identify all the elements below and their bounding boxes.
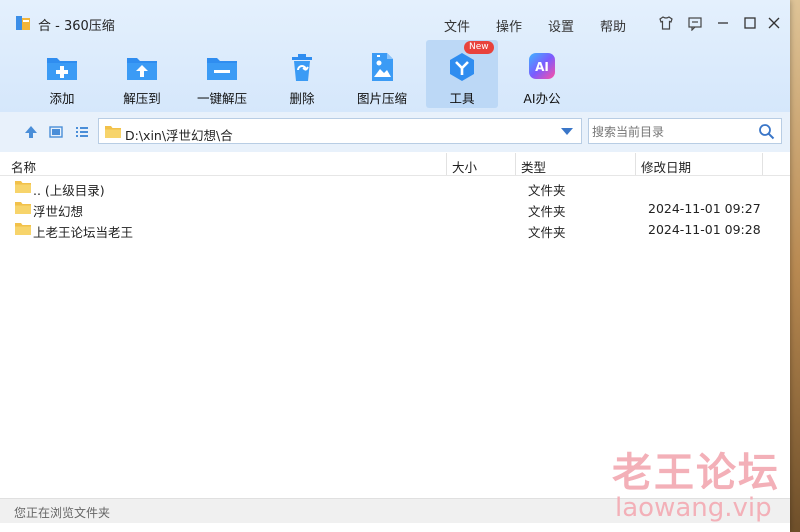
folder-icon — [105, 126, 121, 138]
column-divider[interactable] — [446, 153, 447, 175]
ai-office-label: AI办公 — [523, 91, 561, 106]
image-compress-label: 图片压缩 — [356, 91, 407, 106]
file-name: .. (上级目录) — [33, 183, 105, 198]
list-view-icon[interactable] — [75, 125, 89, 139]
column-name[interactable]: 名称 — [11, 157, 36, 176]
address-bar[interactable]: D:\xin\浮世幻想\合 — [98, 118, 582, 144]
column-type[interactable]: 类型 — [521, 157, 546, 176]
watermark-title: 老王论坛 — [612, 450, 780, 496]
tools-button[interactable]: New 工具 — [426, 40, 498, 108]
maximize-icon[interactable] — [740, 13, 760, 33]
search-input[interactable] — [590, 120, 754, 144]
ai-icon: AI — [525, 50, 559, 84]
watermark-url: laowang.vip — [615, 493, 772, 523]
column-modified[interactable]: 修改日期 — [641, 157, 691, 176]
tools-label: 工具 — [449, 91, 475, 106]
ai-icon-text: AI — [535, 60, 549, 74]
file-row[interactable]: 上老王论坛当老王 文件夹 2024-11-01 09:28 — [0, 219, 790, 240]
quick-extract-button[interactable]: 一键解压 — [186, 40, 258, 108]
delete-label: 删除 — [289, 91, 315, 106]
file-modified: 2024-11-01 09:28 — [648, 222, 761, 237]
app-logo-icon — [16, 16, 30, 30]
search-icon[interactable] — [758, 123, 775, 140]
column-divider[interactable] — [635, 153, 636, 175]
image-compress-button[interactable]: 图片压缩 — [346, 40, 418, 108]
file-name: 浮世幻想 — [33, 204, 84, 219]
menu-operation[interactable]: 操作 — [496, 16, 522, 35]
file-list-header: 名称 大小 类型 修改日期 — [0, 153, 790, 176]
file-type: 文件夹 — [528, 225, 566, 240]
status-text: 您正在浏览文件夹 — [14, 506, 111, 520]
up-level-icon[interactable] — [24, 125, 38, 139]
column-size[interactable]: 大小 — [452, 157, 477, 176]
search-box — [588, 118, 782, 144]
address-bar-row: D:\xin\浮世幻想\合 — [0, 112, 790, 152]
new-badge: New — [464, 41, 494, 54]
add-label: 添加 — [49, 91, 75, 106]
address-dropdown-icon[interactable] — [561, 128, 573, 135]
window-title: 合 - 360压缩 — [38, 19, 115, 34]
quick-extract-label: 一键解压 — [196, 91, 247, 106]
add-button[interactable]: 添加 — [26, 40, 98, 108]
extract-to-icon — [125, 50, 159, 84]
file-modified: 2024-11-01 09:27 — [648, 201, 761, 216]
minimize-icon[interactable] — [713, 13, 733, 33]
menu-file[interactable]: 文件 — [444, 16, 470, 35]
column-divider[interactable] — [515, 153, 516, 175]
extract-to-label: 解压到 — [123, 91, 161, 106]
delete-button[interactable]: 删除 — [266, 40, 338, 108]
feedback-icon[interactable] — [685, 13, 705, 33]
trash-icon — [285, 50, 319, 84]
file-row[interactable]: 浮世幻想 文件夹 2024-11-01 09:27 — [0, 198, 790, 219]
menu-settings[interactable]: 设置 — [548, 16, 574, 35]
title-toolbar-area: 合 - 360压缩 文件 操作 设置 帮助 添加 解压到 一键解压 删除 图片压… — [0, 0, 790, 112]
column-divider[interactable] — [762, 153, 763, 175]
add-icon — [45, 50, 79, 84]
tools-icon — [445, 50, 479, 84]
close-icon[interactable] — [764, 13, 784, 33]
file-type: 文件夹 — [528, 183, 566, 198]
folder-icon — [15, 202, 31, 214]
folder-icon — [15, 181, 31, 193]
quick-extract-icon — [205, 50, 239, 84]
folder-icon — [15, 223, 31, 235]
file-type: 文件夹 — [528, 204, 566, 219]
file-name: 上老王论坛当老王 — [33, 225, 134, 240]
image-compress-icon — [365, 50, 399, 84]
thumbnail-view-icon[interactable] — [49, 125, 63, 139]
ai-office-button[interactable]: AI AI办公 — [506, 40, 578, 108]
extract-to-button[interactable]: 解压到 — [106, 40, 178, 108]
title-bar: 合 - 360压缩 文件 操作 设置 帮助 — [0, 0, 790, 36]
menu-help[interactable]: 帮助 — [600, 16, 626, 35]
address-path: D:\xin\浮世幻想\合 — [125, 128, 233, 143]
file-row-parent[interactable]: .. (上级目录) 文件夹 — [0, 177, 790, 198]
skin-icon[interactable] — [656, 13, 676, 33]
